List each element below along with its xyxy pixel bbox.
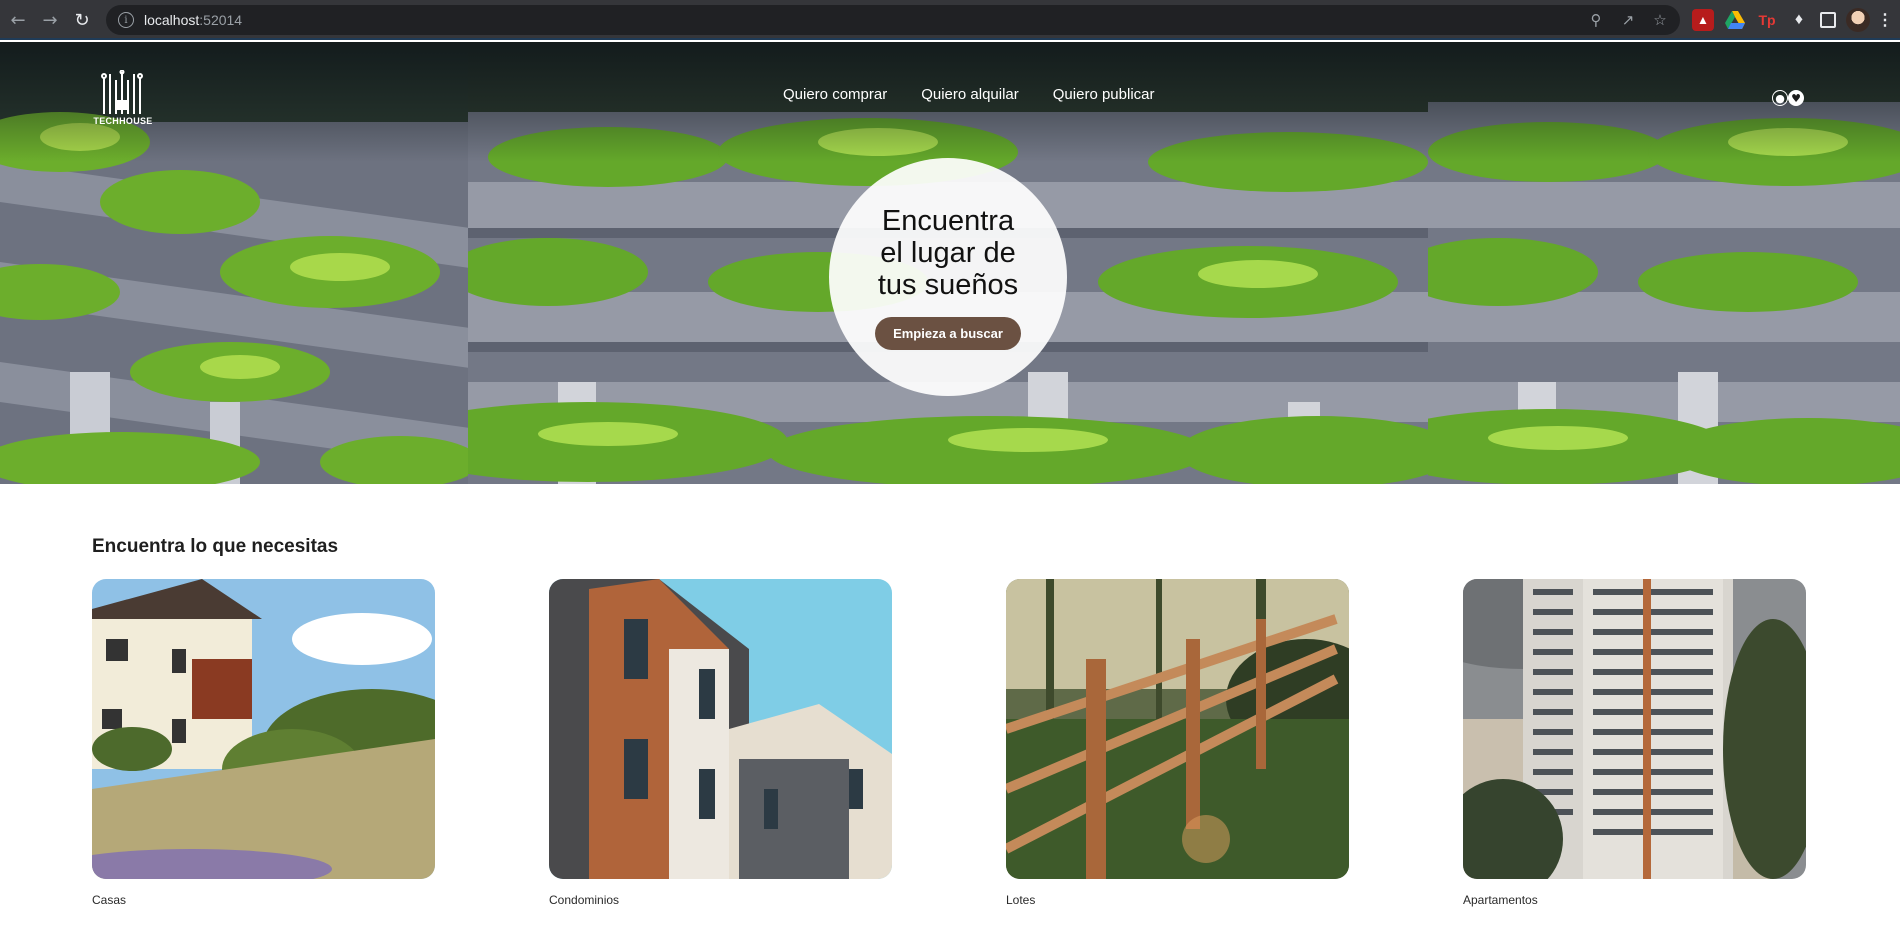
category-card-lotes[interactable]: Lotes [1006, 579, 1349, 907]
category-image-lotes[interactable] [1006, 579, 1349, 879]
browser-toolbar: ← → ↻ i localhost:52014 ⚲ ↗ ☆ ▲ Tp ♦ ⋮ [0, 0, 1900, 40]
category-label-lotes: Lotes [1006, 893, 1036, 907]
logo-mark-icon [101, 70, 143, 114]
url-port: :52014 [199, 12, 243, 28]
user-icon[interactable]: ● [1772, 90, 1788, 106]
menu-icon[interactable]: ⋮ [1877, 9, 1893, 31]
category-image-apartamentos[interactable] [1463, 579, 1806, 879]
logo[interactable]: TECHHOUSE [92, 70, 154, 132]
user-actions: ● ♥ [1772, 90, 1804, 106]
category-card-apartamentos[interactable]: Apartamentos [1463, 579, 1806, 907]
category-card-casas[interactable]: Casas [92, 579, 435, 907]
logo-text: TECHHOUSE [93, 116, 153, 126]
forward-icon[interactable]: → [34, 4, 66, 36]
zoom-icon[interactable]: ⚲ [1586, 9, 1606, 31]
bookmark-star-icon[interactable]: ☆ [1650, 9, 1670, 31]
main-nav: Quiero comprar Quiero alquilar Quiero pu… [783, 86, 1154, 103]
pdf-extension-icon[interactable]: ▲ [1692, 9, 1714, 31]
tp-extension-icon[interactable]: Tp [1756, 9, 1778, 31]
drive-extension-icon[interactable] [1724, 9, 1746, 31]
hero-circle: Encuentra el lugar de tus sueños Empieza… [829, 158, 1067, 396]
extensions-puzzle-icon[interactable]: ♦ [1788, 9, 1810, 31]
category-label-condominios: Condominios [549, 893, 620, 907]
back-icon[interactable]: ← [2, 4, 34, 36]
category-label-casas: Casas [92, 893, 127, 907]
category-label-apartamentos: Apartamentos [1463, 893, 1538, 907]
profile-avatar[interactable] [1846, 8, 1870, 32]
side-panel-icon[interactable] [1820, 12, 1836, 28]
share-icon[interactable]: ↗ [1618, 9, 1638, 31]
category-card-condominios[interactable]: Condominios [549, 579, 892, 907]
category-image-casas[interactable] [92, 579, 435, 879]
nav-quiero-alquilar[interactable]: Quiero alquilar [921, 86, 1019, 103]
info-icon[interactable]: i [118, 12, 134, 28]
address-bar[interactable]: i localhost:52014 ⚲ ↗ ☆ [106, 5, 1680, 35]
nav-quiero-comprar[interactable]: Quiero comprar [783, 86, 887, 103]
categories-title: Encuentra lo que necesitas [92, 536, 339, 557]
hero-title: Encuentra el lugar de tus sueños [877, 204, 1019, 301]
category-image-condominios[interactable] [549, 579, 892, 879]
heart-icon[interactable]: ♥ [1788, 90, 1804, 106]
reload-icon[interactable]: ↻ [66, 4, 98, 36]
start-search-button[interactable]: Empieza a buscar [875, 316, 1021, 350]
url-host: localhost [144, 12, 200, 28]
nav-quiero-publicar[interactable]: Quiero publicar [1053, 86, 1155, 103]
